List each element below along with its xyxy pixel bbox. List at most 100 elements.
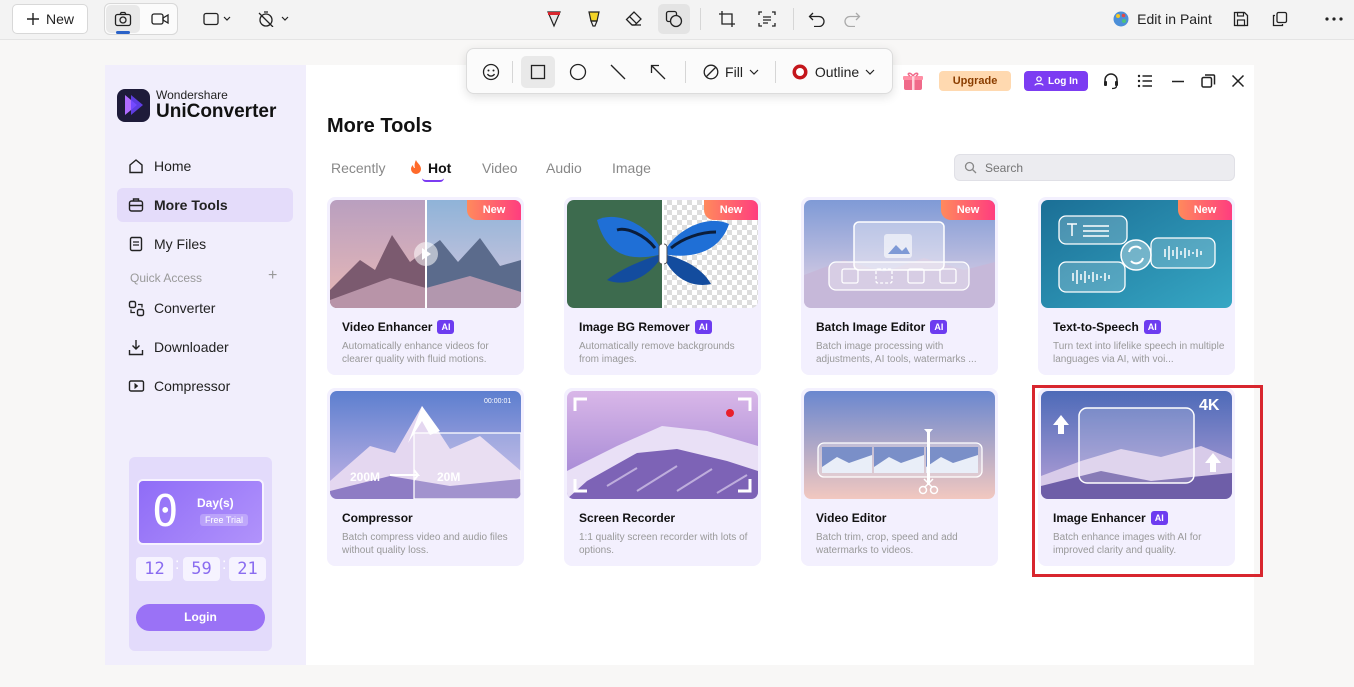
tool-card-image-bg-remover[interactable]: New Image BG Remover AI Automatically rem… [564,197,761,375]
tool-card-text-to-speech[interactable]: New Text-to-Speech AI Turn text into life… [1038,197,1235,375]
paint-icon [1113,11,1129,27]
video-mode-button[interactable] [143,5,177,33]
sidebar-item-more-tools[interactable]: More Tools [117,188,293,222]
tab-video[interactable]: Video [482,160,518,176]
free-trial-label: Free Trial [200,514,249,526]
line-shape-button[interactable] [602,56,634,88]
upgrade-button[interactable]: Upgrade [939,71,1011,91]
delay-timer-dropdown[interactable] [254,4,294,34]
restore-window-icon[interactable] [1199,72,1217,90]
gift-icon[interactable] [902,70,924,92]
sidebar-item-my-files[interactable]: My Files [117,227,293,261]
card-title: Video Editor [816,511,886,525]
days-number: 0 [152,486,179,537]
sidebar-item-label: Converter [154,300,216,316]
tab-recently[interactable]: Recently [331,160,385,176]
card-title: Image BG Remover AI [579,320,712,334]
sidebar-item-converter[interactable]: Converter [117,291,293,325]
card-title-text: Text-to-Speech [1053,320,1139,334]
screenshot-mode-button[interactable] [106,5,140,34]
tab-image[interactable]: Image [612,160,651,176]
card-title-text: Video Editor [816,511,887,525]
tool-card-video-editor[interactable]: Video Editor Batch trim, crop, speed and… [801,388,998,566]
compress-icon [127,377,145,395]
timer-seconds: 21 [229,557,266,581]
log-in-button[interactable]: Log In [1024,71,1088,91]
log-in-label: Log In [1048,75,1078,87]
brand-line2: UniConverter [156,101,277,122]
crop-tool[interactable] [713,4,741,34]
tool-card-video-enhancer[interactable]: New Video Enhancer AI Automatically enhan… [327,197,524,375]
timer-minutes: 59 [183,557,220,581]
quick-access-add-button[interactable]: + [268,267,277,285]
emoji-shape-button[interactable] [475,56,507,88]
close-icon[interactable] [1229,72,1247,90]
search-icon [964,161,977,174]
new-snip-button[interactable]: New [12,4,88,34]
image-bg-remover-thumbnail: New [567,200,758,308]
undo-button[interactable] [803,4,831,34]
outline-dropdown[interactable]: Outline [785,56,881,88]
video-editor-thumbnail [804,391,995,499]
card-title-text: Screen Recorder [579,511,676,525]
card-description: Automatically remove backgrounds from im… [579,341,735,365]
sidebar-item-label: Home [154,158,192,174]
redo-button[interactable] [838,4,866,34]
circle-icon [569,63,587,81]
plus-icon [26,13,39,25]
sidebar-item-downloader[interactable]: Downloader [117,330,293,364]
card-title-text: Batch Image Editor [816,320,926,334]
tab-hot[interactable]: Hot [428,160,451,176]
shapes-tool[interactable] [658,4,690,34]
new-badge: New [941,200,995,220]
copy-button[interactable] [1266,4,1294,34]
sidebar-item-home[interactable]: Home [117,149,293,183]
sidebar-item-label: My Files [154,236,207,252]
chevron-down-icon [749,69,759,75]
timer-colon: : [222,556,227,573]
minimize-icon[interactable] [1169,72,1187,90]
ballpoint-pen-tool[interactable] [540,4,568,34]
toolbar-divider [512,61,513,83]
text-actions-tool[interactable] [753,4,781,34]
tool-card-compressor[interactable]: 200M 20M 00:00:01 Compressor Batch compr… [327,388,524,566]
sidebar-item-compressor[interactable]: Compressor [117,369,293,403]
ai-badge: AI [437,320,455,334]
download-icon [127,338,145,356]
menu-list-icon[interactable] [1136,72,1154,90]
toolbar-divider [793,8,794,30]
tool-card-screen-recorder[interactable]: Screen Recorder 1:1 quality screen recor… [564,388,761,566]
brand-line1: Wondershare [156,88,228,102]
snip-shape-dropdown[interactable] [198,4,238,34]
timer-hours: 12 [136,557,173,581]
highlighter-tool[interactable] [580,4,608,34]
arrow-shape-button[interactable] [642,56,674,88]
crop-icon [719,11,735,27]
more-options-button[interactable] [1320,4,1348,34]
ellipse-shape-button[interactable] [562,56,594,88]
card-description: Batch trim, crop, speed and add watermar… [816,532,958,556]
uniconverter-logo-icon [117,89,150,122]
eraser-tool[interactable] [620,4,648,34]
text-actions-icon [758,11,776,27]
card-title-text: Image BG Remover [579,320,690,334]
ai-badge: AI [1143,320,1161,334]
compressor-thumbnail: 200M 20M 00:00:01 [330,391,521,499]
trial-login-button[interactable]: Login [136,604,265,631]
sidebar-item-label: Downloader [154,339,229,355]
toolbar-divider [700,8,701,30]
save-button[interactable] [1227,4,1255,34]
free-trial-panel: 0 Day(s) Free Trial 12 : 59 : 21 Login [129,457,272,651]
search-input[interactable] [954,154,1235,181]
fill-dropdown[interactable]: Fill [697,56,765,88]
headset-support-icon[interactable] [1102,72,1120,90]
shapes-icon [665,10,683,28]
tab-audio[interactable]: Audio [546,160,582,176]
highlighter-icon [588,11,600,27]
edit-in-paint-button[interactable]: Edit in Paint [1110,4,1214,34]
tool-card-batch-image-editor[interactable]: New Batch Image Editor AI Batch image pro… [801,197,998,375]
snipping-toolbar: New Edit in Paint [0,0,1354,40]
capture-mode-group [104,3,178,35]
arrow-icon [650,64,666,80]
rectangle-shape-button[interactable] [521,56,555,88]
